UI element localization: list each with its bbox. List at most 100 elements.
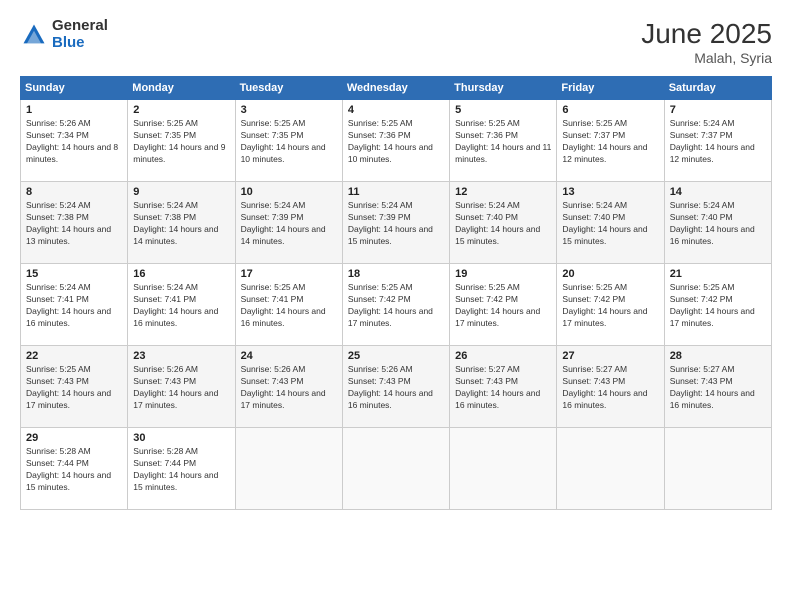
col-header-wednesday: Wednesday [342,77,449,100]
sunset-label: Sunset: 7:39 PM [241,212,304,222]
day-cell-21: 21 Sunrise: 5:25 AM Sunset: 7:42 PM Dayl… [664,264,771,346]
day-cell-27: 27 Sunrise: 5:27 AM Sunset: 7:43 PM Dayl… [557,346,664,428]
title-block: June 2025 Malah, Syria [641,18,772,66]
sunset-label: Sunset: 7:43 PM [670,376,733,386]
day-cell-23: 23 Sunrise: 5:26 AM Sunset: 7:43 PM Dayl… [128,346,235,428]
col-header-saturday: Saturday [664,77,771,100]
daylight-label: Daylight: 14 hours and 17 minutes. [133,388,218,410]
day-info: Sunrise: 5:25 AM Sunset: 7:36 PM Dayligh… [455,118,551,166]
logo-text: General Blue [52,18,108,51]
col-header-sunday: Sunday [21,77,128,100]
day-cell-4: 4 Sunrise: 5:25 AM Sunset: 7:36 PM Dayli… [342,100,449,182]
sunrise-label: Sunrise: 5:25 AM [348,118,413,128]
day-number: 27 [562,350,658,362]
sunrise-label: Sunrise: 5:25 AM [455,282,520,292]
sunrise-label: Sunrise: 5:24 AM [562,200,627,210]
daylight-label: Daylight: 14 hours and 10 minutes. [348,142,433,164]
day-number: 22 [26,350,122,362]
day-number: 11 [348,186,444,198]
daylight-label: Daylight: 14 hours and 17 minutes. [455,306,540,328]
sunrise-label: Sunrise: 5:25 AM [455,118,520,128]
day-number: 24 [241,350,337,362]
day-info: Sunrise: 5:26 AM Sunset: 7:43 PM Dayligh… [133,364,229,412]
daylight-label: Daylight: 14 hours and 16 minutes. [241,306,326,328]
calendar-week-1: 1 Sunrise: 5:26 AM Sunset: 7:34 PM Dayli… [21,100,772,182]
day-info: Sunrise: 5:27 AM Sunset: 7:43 PM Dayligh… [562,364,658,412]
day-info: Sunrise: 5:24 AM Sunset: 7:39 PM Dayligh… [348,200,444,248]
sunset-label: Sunset: 7:35 PM [133,130,196,140]
sunrise-label: Sunrise: 5:24 AM [26,200,91,210]
day-info: Sunrise: 5:25 AM Sunset: 7:42 PM Dayligh… [562,282,658,330]
day-number: 13 [562,186,658,198]
sunrise-label: Sunrise: 5:28 AM [26,446,91,456]
day-number: 30 [133,432,229,444]
daylight-label: Daylight: 14 hours and 17 minutes. [670,306,755,328]
day-number: 25 [348,350,444,362]
daylight-label: Daylight: 14 hours and 13 minutes. [26,224,111,246]
daylight-label: Daylight: 14 hours and 15 minutes. [348,224,433,246]
logo: General Blue [20,18,108,51]
day-info: Sunrise: 5:25 AM Sunset: 7:43 PM Dayligh… [26,364,122,412]
sunset-label: Sunset: 7:43 PM [455,376,518,386]
sunset-label: Sunset: 7:42 PM [670,294,733,304]
day-cell-5: 5 Sunrise: 5:25 AM Sunset: 7:36 PM Dayli… [450,100,557,182]
sunset-label: Sunset: 7:36 PM [348,130,411,140]
day-info: Sunrise: 5:24 AM Sunset: 7:40 PM Dayligh… [455,200,551,248]
day-cell-24: 24 Sunrise: 5:26 AM Sunset: 7:43 PM Dayl… [235,346,342,428]
sunset-label: Sunset: 7:43 PM [562,376,625,386]
day-info: Sunrise: 5:25 AM Sunset: 7:41 PM Dayligh… [241,282,337,330]
daylight-label: Daylight: 14 hours and 15 minutes. [455,224,540,246]
calendar-week-5: 29 Sunrise: 5:28 AM Sunset: 7:44 PM Dayl… [21,428,772,510]
sunrise-label: Sunrise: 5:24 AM [348,200,413,210]
sunrise-label: Sunrise: 5:25 AM [241,118,306,128]
day-info: Sunrise: 5:25 AM Sunset: 7:42 PM Dayligh… [455,282,551,330]
day-cell-11: 11 Sunrise: 5:24 AM Sunset: 7:39 PM Dayl… [342,182,449,264]
day-cell-13: 13 Sunrise: 5:24 AM Sunset: 7:40 PM Dayl… [557,182,664,264]
sunset-label: Sunset: 7:44 PM [26,458,89,468]
sunrise-label: Sunrise: 5:25 AM [133,118,198,128]
day-number: 8 [26,186,122,198]
sunrise-label: Sunrise: 5:24 AM [241,200,306,210]
day-cell-6: 6 Sunrise: 5:25 AM Sunset: 7:37 PM Dayli… [557,100,664,182]
daylight-label: Daylight: 14 hours and 16 minutes. [348,388,433,410]
sunrise-label: Sunrise: 5:25 AM [241,282,306,292]
day-info: Sunrise: 5:25 AM Sunset: 7:42 PM Dayligh… [348,282,444,330]
sunset-label: Sunset: 7:40 PM [455,212,518,222]
day-cell-17: 17 Sunrise: 5:25 AM Sunset: 7:41 PM Dayl… [235,264,342,346]
sunrise-label: Sunrise: 5:27 AM [562,364,627,374]
sunrise-label: Sunrise: 5:25 AM [26,364,91,374]
calendar-week-3: 15 Sunrise: 5:24 AM Sunset: 7:41 PM Dayl… [21,264,772,346]
sunset-label: Sunset: 7:42 PM [348,294,411,304]
location: Malah, Syria [641,50,772,66]
day-number: 19 [455,268,551,280]
sunset-label: Sunset: 7:41 PM [241,294,304,304]
daylight-label: Daylight: 14 hours and 16 minutes. [562,388,647,410]
day-info: Sunrise: 5:24 AM Sunset: 7:41 PM Dayligh… [133,282,229,330]
day-cell-16: 16 Sunrise: 5:24 AM Sunset: 7:41 PM Dayl… [128,264,235,346]
sunset-label: Sunset: 7:43 PM [26,376,89,386]
sunset-label: Sunset: 7:40 PM [670,212,733,222]
calendar-table: SundayMondayTuesdayWednesdayThursdayFrid… [20,76,772,510]
day-info: Sunrise: 5:24 AM Sunset: 7:41 PM Dayligh… [26,282,122,330]
day-info: Sunrise: 5:25 AM Sunset: 7:36 PM Dayligh… [348,118,444,166]
day-number: 29 [26,432,122,444]
day-info: Sunrise: 5:24 AM Sunset: 7:37 PM Dayligh… [670,118,766,166]
day-number: 1 [26,104,122,116]
day-cell-29: 29 Sunrise: 5:28 AM Sunset: 7:44 PM Dayl… [21,428,128,510]
daylight-label: Daylight: 14 hours and 17 minutes. [26,388,111,410]
day-cell-14: 14 Sunrise: 5:24 AM Sunset: 7:40 PM Dayl… [664,182,771,264]
day-cell-7: 7 Sunrise: 5:24 AM Sunset: 7:37 PM Dayli… [664,100,771,182]
daylight-label: Daylight: 14 hours and 14 minutes. [241,224,326,246]
day-cell-15: 15 Sunrise: 5:24 AM Sunset: 7:41 PM Dayl… [21,264,128,346]
sunrise-label: Sunrise: 5:25 AM [562,118,627,128]
sunrise-label: Sunrise: 5:25 AM [670,282,735,292]
day-info: Sunrise: 5:27 AM Sunset: 7:43 PM Dayligh… [670,364,766,412]
day-info: Sunrise: 5:25 AM Sunset: 7:35 PM Dayligh… [241,118,337,166]
day-number: 3 [241,104,337,116]
day-number: 28 [670,350,766,362]
sunrise-label: Sunrise: 5:24 AM [455,200,520,210]
day-number: 18 [348,268,444,280]
daylight-label: Daylight: 14 hours and 15 minutes. [26,470,111,492]
day-number: 21 [670,268,766,280]
day-cell-10: 10 Sunrise: 5:24 AM Sunset: 7:39 PM Dayl… [235,182,342,264]
